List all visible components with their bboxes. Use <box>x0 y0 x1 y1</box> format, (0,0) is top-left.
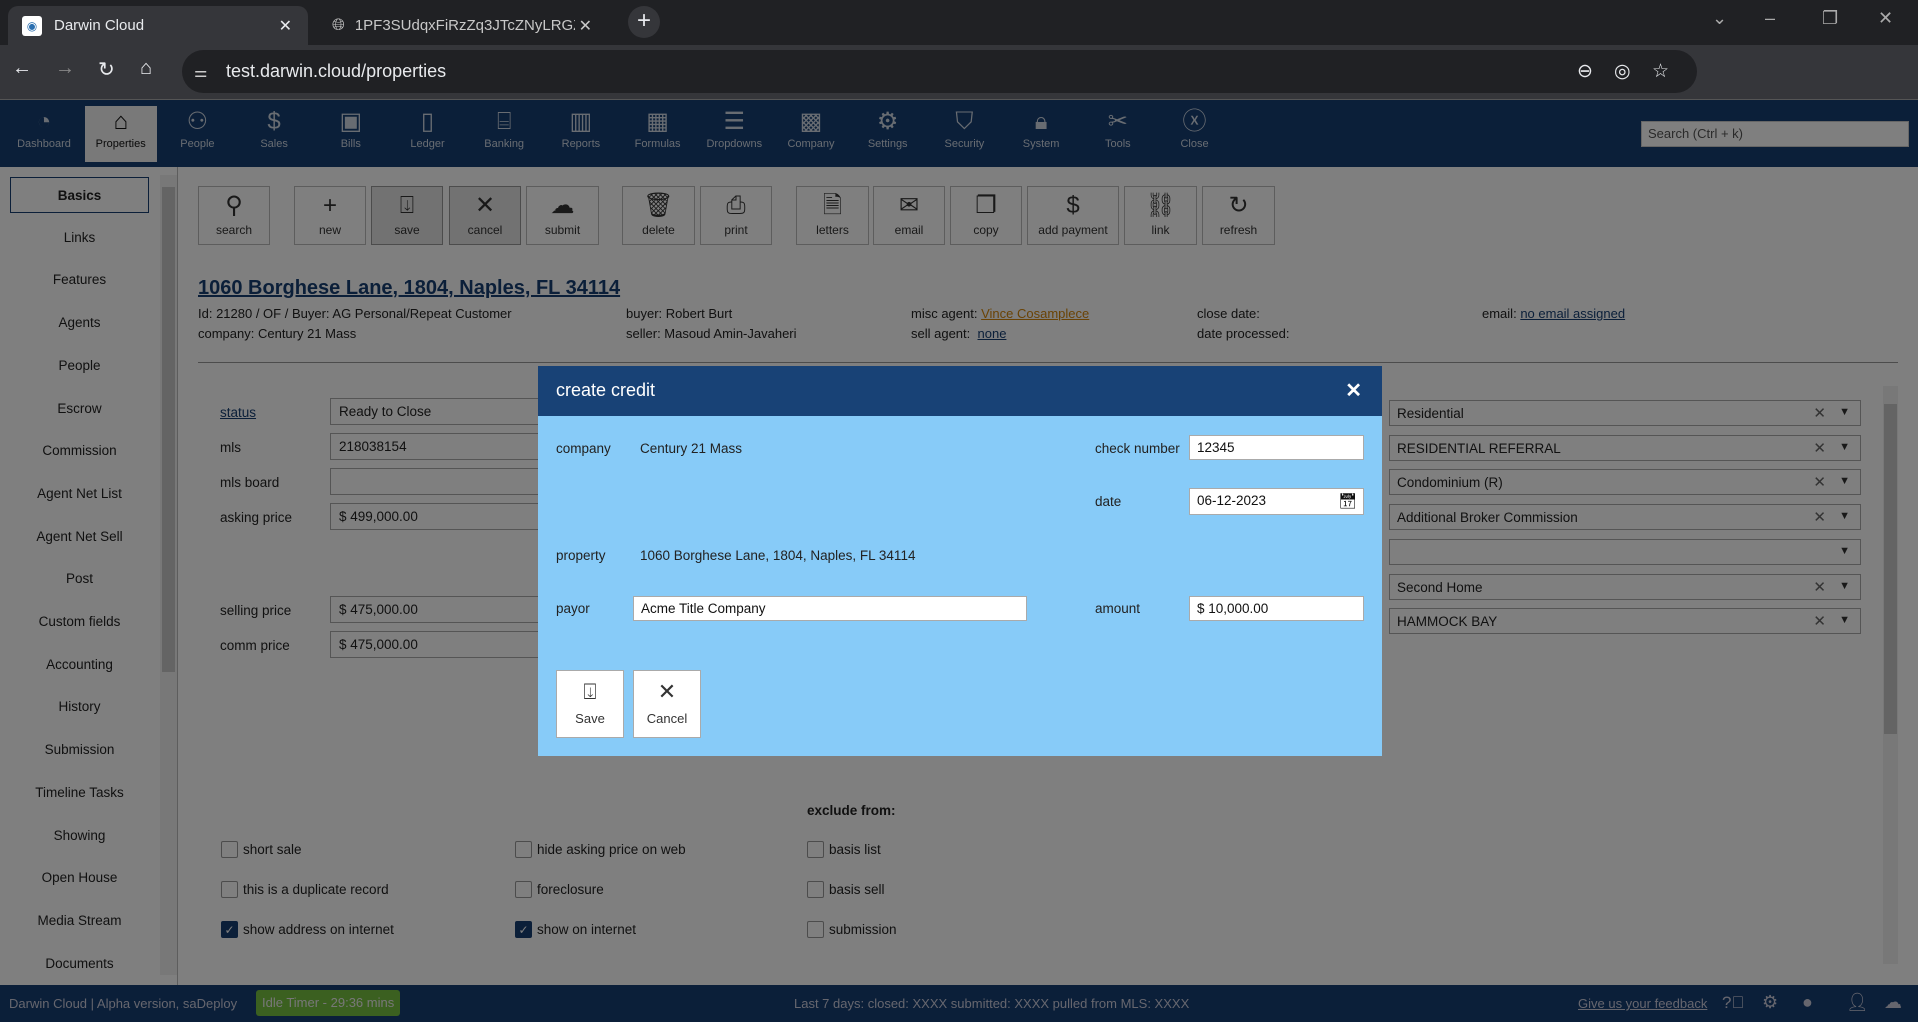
check-number-label: check number <box>1095 441 1180 456</box>
home-icon[interactable]: ⌂ <box>140 57 152 80</box>
zoom-icon[interactable]: ⊖ <box>1577 60 1593 83</box>
darwin-logo-icon: ◉ <box>22 15 42 36</box>
browser-tab-bar: ◉ Darwin Cloud ✕ 🌐︎ 1PF3SUdqxFiRzZq3JTcZ… <box>0 0 1918 45</box>
calendar-icon[interactable]: 📅︎ <box>1338 492 1357 510</box>
cancel-button[interactable]: ✕ Cancel <box>633 670 701 738</box>
modal-header: create credit ✕ <box>538 366 1382 416</box>
date-value: 06-12-2023 <box>1197 493 1267 508</box>
date-input[interactable]: 06-12-2023 📅︎ <box>1189 488 1364 515</box>
browser-tab-other[interactable]: 🌐︎ 1PF3SUdqxFiRzZq3JTcZNyLRGZ ✕ <box>318 6 608 45</box>
address-bar-row: ← → ↻ ⌂ ⚌ test.darwin.cloud/properties ⊖… <box>0 45 1918 100</box>
company-value: Century 21 Mass <box>640 441 743 456</box>
eye-off-icon[interactable]: ◎ <box>1614 60 1631 83</box>
close-tab-icon[interactable]: ✕ <box>579 16 592 36</box>
date-label: date <box>1095 494 1122 509</box>
tab-title: 1PF3SUdqxFiRzZq3JTcZNyLRGZ <box>354 17 575 34</box>
back-icon[interactable]: ← <box>12 57 32 80</box>
globe-icon: 🌐︎ <box>332 16 345 34</box>
save-button[interactable]: ⍗ Save <box>556 670 624 738</box>
minimize-icon[interactable]: – <box>1765 8 1775 29</box>
create-credit-modal: create credit ✕ company Century 21 Mass … <box>538 366 1382 756</box>
url-text: test.darwin.cloud/properties <box>226 61 447 81</box>
save-icon: ⍗ <box>583 679 597 704</box>
property-value: 1060 Borghese Lane, 1804, Naples, FL 341… <box>640 548 916 563</box>
company-label: company <box>556 441 611 456</box>
forward-icon[interactable]: → <box>55 57 75 80</box>
reload-icon[interactable]: ↻ <box>98 57 115 82</box>
amount-input[interactable]: $ 10,000.00 <box>1189 596 1364 621</box>
restore-icon[interactable]: ❐ <box>1822 8 1838 29</box>
new-tab-button[interactable]: + <box>628 6 660 38</box>
payor-input[interactable]: Acme Title Company <box>633 596 1027 621</box>
modal-title: create credit <box>556 380 656 400</box>
cancel-icon: ✕ <box>657 679 677 704</box>
site-settings-icon[interactable]: ⚌ <box>194 63 207 81</box>
browser-tab-darwin[interactable]: ◉ Darwin Cloud ✕ <box>8 6 308 45</box>
bookmark-star-icon[interactable]: ☆ <box>1652 60 1669 83</box>
url-input[interactable]: ⚌ test.darwin.cloud/properties ⊖ ◎ ☆ <box>182 50 1697 93</box>
window-close-icon[interactable]: ✕ <box>1878 8 1893 29</box>
close-tab-icon[interactable]: ✕ <box>279 16 292 36</box>
close-icon[interactable]: ✕ <box>1345 378 1362 403</box>
check-number-input[interactable]: 12345 <box>1189 435 1364 460</box>
payor-label: payor <box>556 601 590 616</box>
tab-search-icon[interactable]: ⌄ <box>1712 8 1727 29</box>
amount-label: amount <box>1095 601 1141 616</box>
property-label: property <box>556 548 606 563</box>
tab-title: Darwin Cloud <box>54 17 145 34</box>
